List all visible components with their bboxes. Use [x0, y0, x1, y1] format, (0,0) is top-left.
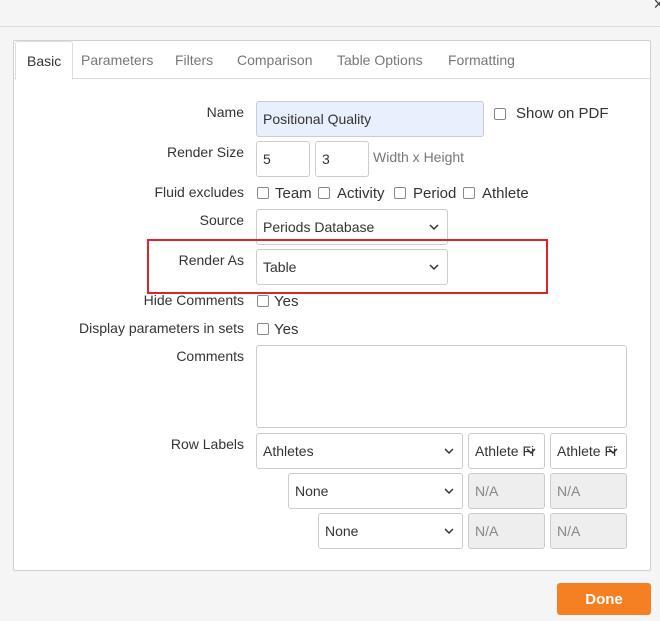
show-on-pdf-checkbox[interactable] [494, 108, 506, 120]
render-as-select[interactable]: Table [256, 249, 448, 285]
tab-basic[interactable]: Basic [15, 41, 74, 80]
tab-table-options[interactable]: Table Options [326, 41, 434, 79]
fluid-excludes-label: Fluid excludes [154, 184, 245, 200]
display-params-label: Display parameters in sets [79, 320, 244, 336]
row-label-value-3: None [325, 523, 359, 539]
size-hint: Width x Height [373, 149, 465, 165]
tab-parameters[interactable]: Parameters [70, 41, 164, 79]
row-label-value-2: None [295, 483, 329, 499]
row-label-field-3a: N/A [468, 513, 545, 549]
done-button[interactable]: Done [557, 583, 651, 615]
row-label-field-3b: N/A [550, 513, 627, 549]
fluid-team-checkbox[interactable] [257, 187, 269, 199]
chevron-down-icon [429, 224, 439, 231]
chevron-down-icon [444, 488, 454, 495]
row-label-field-2a: N/A [468, 473, 545, 509]
fluid-period-label: Period [413, 185, 457, 202]
render-size-label: Render Size [166, 144, 244, 160]
fluid-team-label: Team [275, 185, 312, 202]
close-icon[interactable]: × [653, 0, 660, 15]
width-input[interactable]: 5 [256, 141, 310, 177]
row-label-field-1a[interactable]: Athlete Fi [468, 433, 545, 469]
row-label-select-1[interactable]: Athletes [256, 433, 463, 469]
source-value: Periods Database [263, 219, 375, 235]
tab-filters[interactable]: Filters [164, 41, 224, 79]
row-label-value-1: Athletes [263, 443, 314, 459]
fluid-athlete-label: Athlete [482, 185, 529, 202]
name-label: Name [206, 104, 244, 120]
render-as-label: Render As [178, 252, 244, 268]
chevron-down-icon [429, 264, 439, 271]
height-input[interactable]: 3 [315, 141, 369, 177]
fluid-athlete-checkbox[interactable] [463, 187, 475, 199]
chevron-down-icon [444, 528, 454, 535]
row-label-select-2[interactable]: None [288, 473, 463, 509]
row-label-field-2b: N/A [550, 473, 627, 509]
tab-formatting[interactable]: Formatting [437, 41, 526, 79]
comments-label: Comments [176, 348, 244, 364]
chevron-down-icon [444, 448, 454, 455]
hide-comments-checkbox[interactable] [257, 295, 269, 307]
dialog-header: × [0, 0, 660, 27]
display-params-option: Yes [274, 321, 299, 338]
row-labels-label: Row Labels [170, 436, 244, 452]
fluid-activity-label: Activity [337, 185, 385, 202]
hide-comments-option: Yes [274, 293, 299, 310]
fluid-activity-checkbox[interactable] [318, 187, 330, 199]
tab-comparison[interactable]: Comparison [226, 41, 323, 79]
row-label-field-1b[interactable]: Athlete Fi [550, 433, 627, 469]
render-as-value: Table [263, 259, 297, 275]
comments-textarea[interactable] [256, 345, 627, 428]
chevron-down-icon [608, 448, 618, 455]
row-label-select-3[interactable]: None [318, 513, 463, 549]
tab-bar: Basic Parameters Filters Comparison Tabl… [14, 41, 650, 80]
chevron-down-icon [526, 448, 536, 455]
hide-comments-label: Hide Comments [143, 292, 244, 308]
name-input[interactable]: Positional Quality [256, 101, 484, 137]
fluid-period-checkbox[interactable] [394, 187, 406, 199]
display-params-checkbox[interactable] [257, 323, 269, 335]
source-label: Source [199, 212, 244, 228]
show-on-pdf-label: Show on PDF [516, 105, 609, 122]
